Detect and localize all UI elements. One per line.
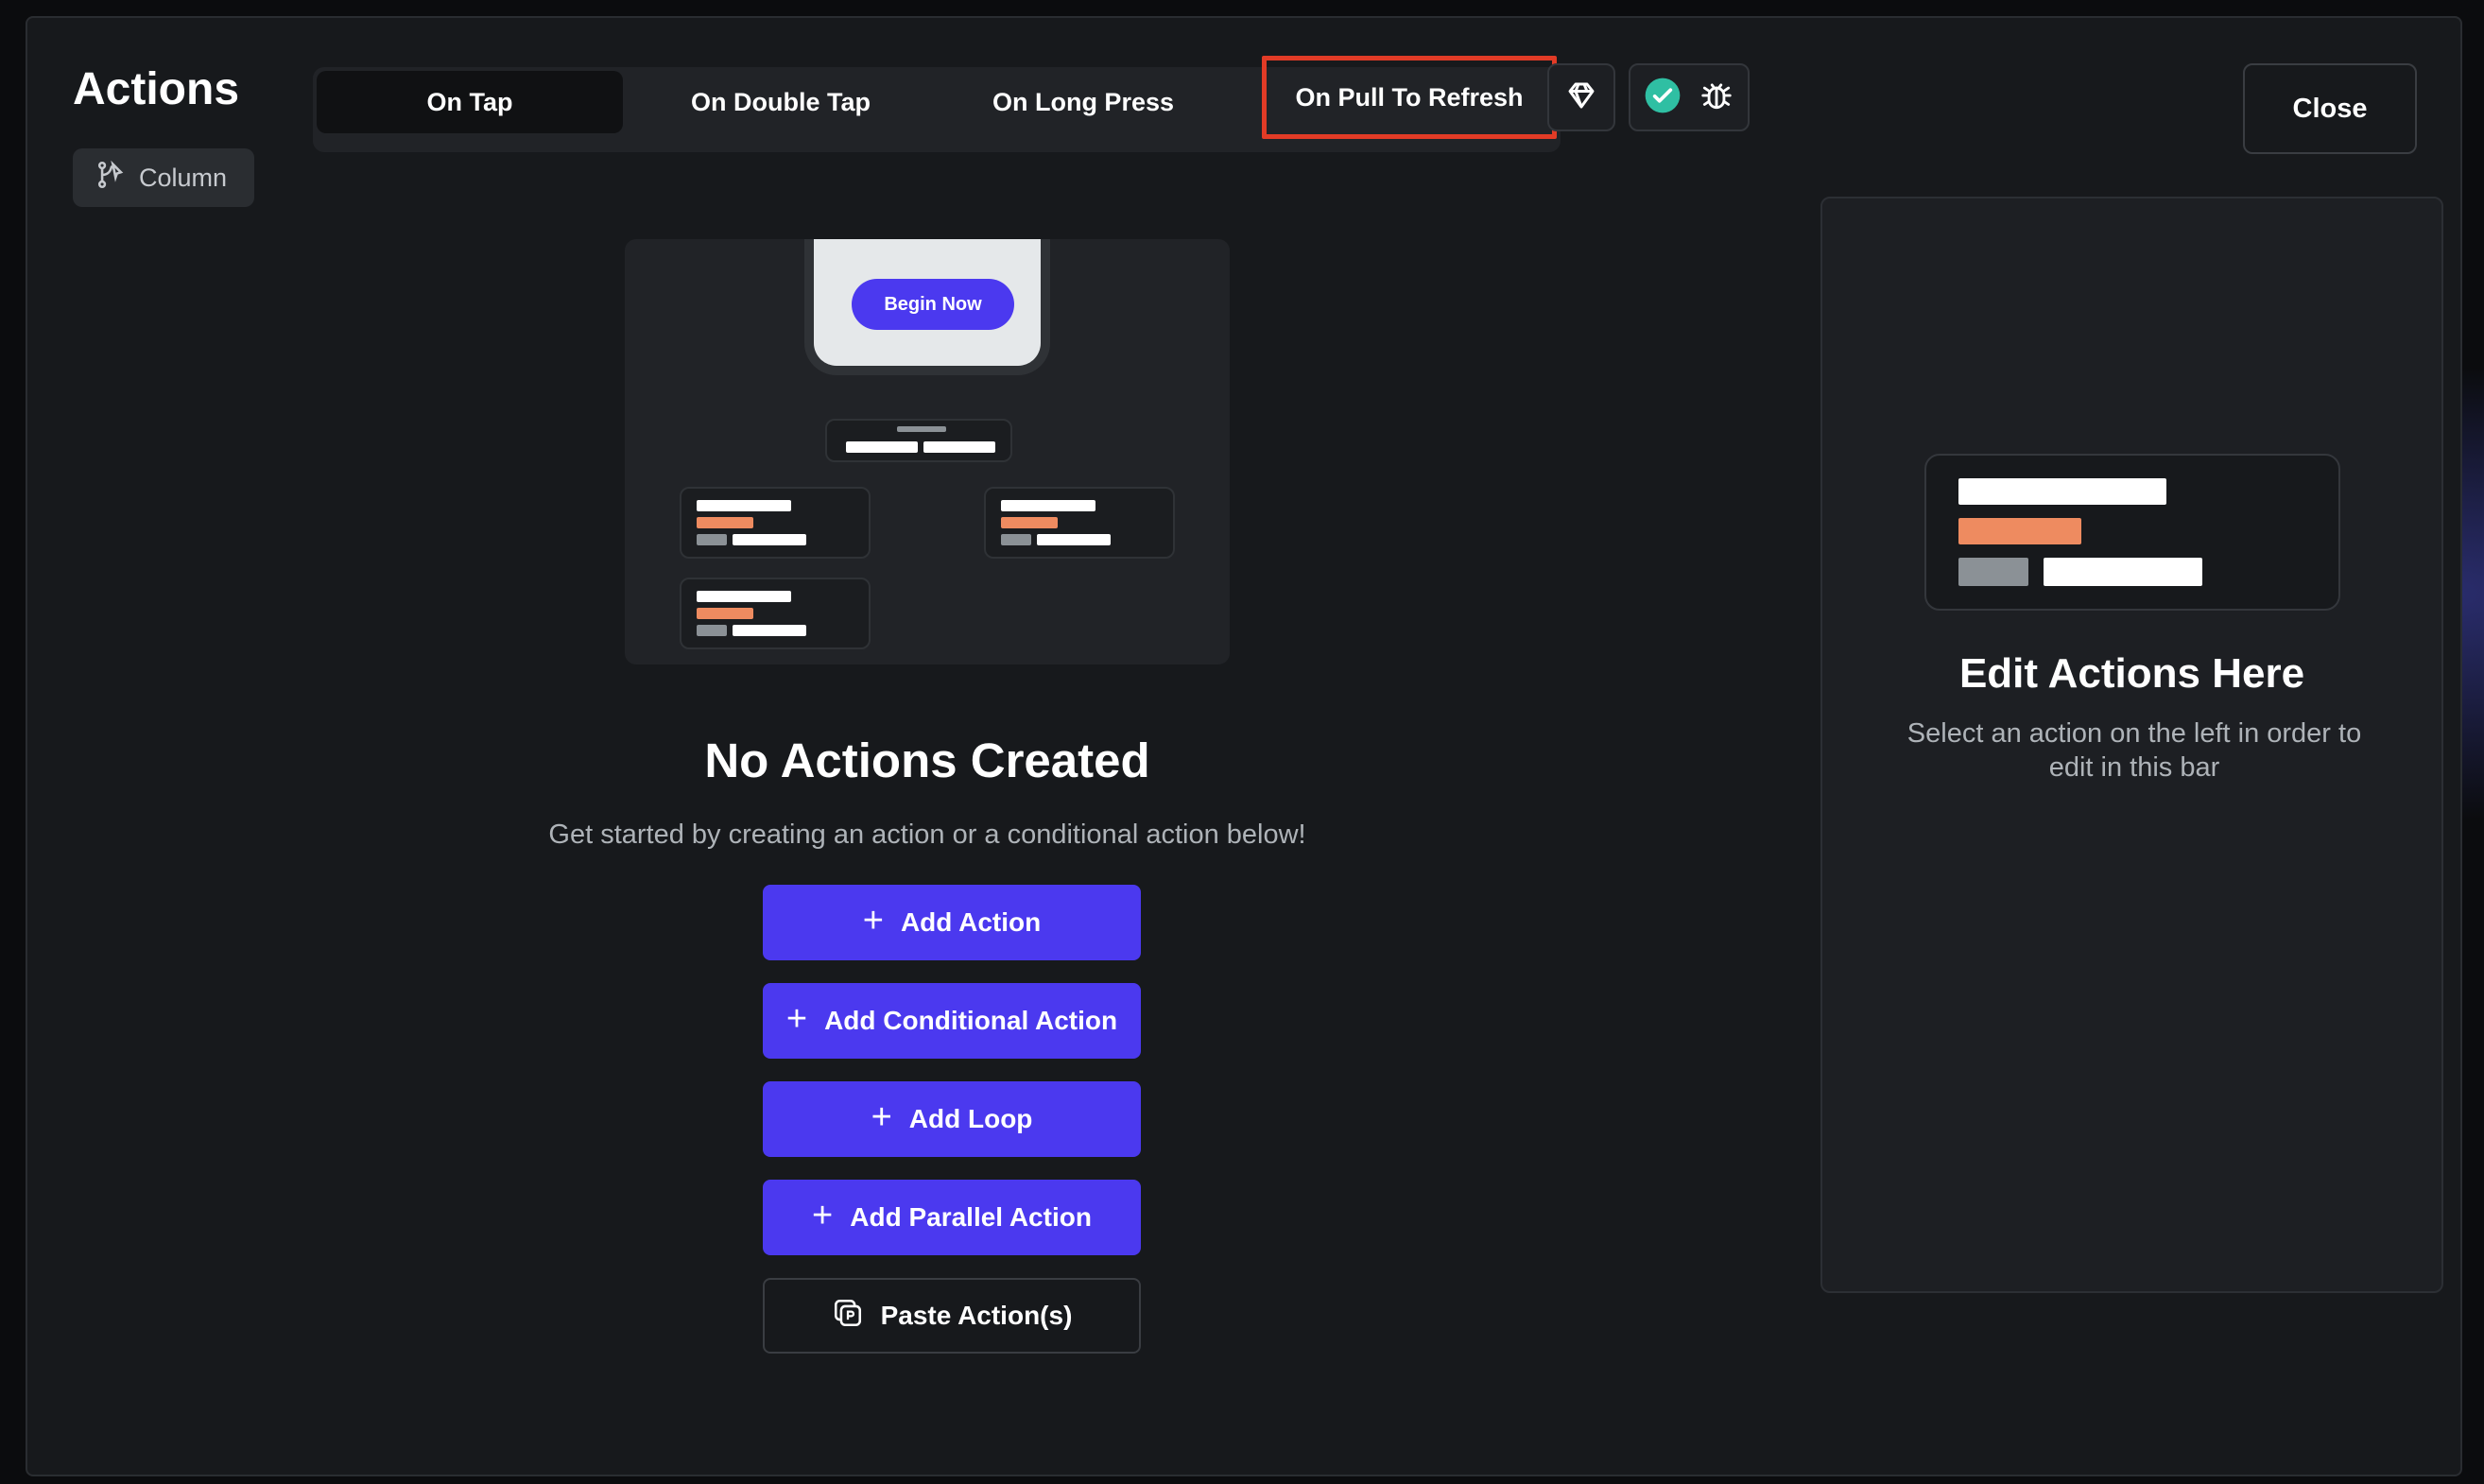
widget-chip[interactable]: Column bbox=[73, 148, 254, 207]
plus-icon: + bbox=[812, 1196, 834, 1235]
add-action-button[interactable]: + Add Action bbox=[763, 885, 1141, 960]
phone-illustration: Begin Now bbox=[804, 239, 1050, 375]
magic-icon bbox=[1564, 78, 1598, 117]
add-conditional-action-button[interactable]: + Add Conditional Action bbox=[763, 983, 1141, 1059]
tab-on-tap[interactable]: On Tap bbox=[317, 71, 623, 133]
editor-illustration-card bbox=[1924, 454, 2340, 611]
paste-icon bbox=[832, 1297, 864, 1336]
editor-panel-title: Edit Actions Here bbox=[1958, 650, 2305, 697]
plus-icon: + bbox=[862, 901, 884, 940]
add-loop-button[interactable]: + Add Loop bbox=[763, 1081, 1141, 1157]
paste-label: Paste Action(s) bbox=[880, 1301, 1073, 1330]
tab-on-long-press[interactable]: On Long Press bbox=[937, 71, 1230, 133]
illustration-connector-card bbox=[825, 419, 1012, 462]
illustration-action-card bbox=[680, 578, 871, 649]
add-parallel-label: Add Parallel Action bbox=[850, 1202, 1092, 1232]
illustration-action-card bbox=[984, 487, 1175, 559]
tab-on-pull-to-refresh[interactable]: On Pull To Refresh bbox=[1262, 56, 1557, 139]
add-parallel-action-button[interactable]: + Add Parallel Action bbox=[763, 1180, 1141, 1255]
tab-on-double-tap[interactable]: On Double Tap bbox=[634, 71, 927, 133]
action-editor-panel: Edit Actions Here Select an action on th… bbox=[1820, 197, 2443, 1293]
plus-icon: + bbox=[871, 1097, 892, 1137]
widget-tree-icon bbox=[95, 159, 128, 198]
add-loop-label: Add Loop bbox=[908, 1104, 1033, 1133]
begin-now-illustration-button: Begin Now bbox=[852, 279, 1014, 330]
empty-state-illustration: Begin Now bbox=[625, 239, 1230, 664]
close-button[interactable]: Close bbox=[2243, 63, 2417, 154]
check-circle-icon[interactable] bbox=[1644, 77, 1682, 119]
paste-actions-button[interactable]: Paste Action(s) bbox=[763, 1278, 1141, 1354]
ai-action-button[interactable] bbox=[1547, 63, 1615, 131]
add-action-label: Add Action bbox=[900, 907, 1042, 937]
validation-debug-group bbox=[1629, 63, 1750, 131]
empty-state-subtitle: Get started by creating an action or a c… bbox=[548, 820, 1306, 850]
actions-modal: Actions Column On Tap On Double Tap On L… bbox=[26, 16, 2462, 1476]
plus-icon: + bbox=[785, 999, 808, 1039]
illustration-action-card bbox=[680, 487, 871, 559]
widget-label: Column bbox=[139, 163, 228, 192]
page-title: Actions bbox=[73, 64, 240, 114]
editor-panel-subtitle: Select an action on the left in order to… bbox=[1906, 718, 2362, 783]
bug-icon[interactable] bbox=[1699, 78, 1734, 118]
add-conditional-label: Add Conditional Action bbox=[824, 1006, 1118, 1035]
trigger-tabs: On Tap On Double Tap On Long Press On Pu… bbox=[313, 56, 1561, 152]
empty-state-title: No Actions Created bbox=[704, 733, 1150, 787]
